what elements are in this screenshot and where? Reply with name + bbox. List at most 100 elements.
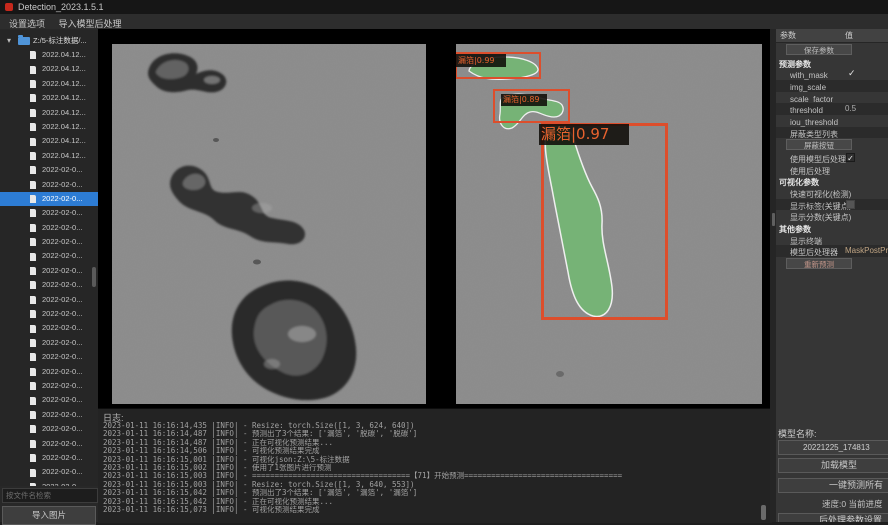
param-label: 显示终端 (790, 237, 822, 246)
tree-item[interactable]: 2022-02-0... (0, 379, 98, 393)
file-icon (30, 454, 36, 462)
tree-item[interactable]: 2022.04.12... (0, 48, 98, 62)
predict-all-button[interactable]: 一键预测所有 (778, 478, 888, 493)
file-icon (30, 281, 36, 289)
file-icon (30, 66, 36, 74)
tree-item[interactable]: 2022.04.12... (0, 62, 98, 76)
param-row[interactable]: 显示终端 (776, 234, 888, 246)
tree-item[interactable]: 2022-02-0... (0, 293, 98, 307)
original-image-panel[interactable] (112, 44, 426, 404)
params-panel: 参数 值 保存参数预测参数with_mask✓img_scalescale_fa… (776, 29, 888, 522)
tree-root-node[interactable]: ▾ Z:/5-标注数据/... (0, 30, 98, 48)
params-rows: 保存参数预测参数with_mask✓img_scalescale_factort… (776, 43, 888, 271)
file-icon (30, 425, 36, 433)
tree-item[interactable]: 2022-02-0... (0, 393, 98, 407)
param-section-label: 可视化参数 (779, 178, 819, 187)
param-row[interactable]: 显示分数(关键点) (776, 210, 888, 222)
tree-item[interactable]: 2022-02-0... (0, 192, 98, 206)
tree-item[interactable]: 2022.04.12... (0, 91, 98, 105)
load-model-button[interactable]: 加载模型 (778, 458, 888, 473)
param-label: img_scale (790, 83, 826, 92)
tree-item-label: 2022-02-0... (42, 293, 82, 307)
file-icon (30, 166, 36, 174)
tree-item[interactable]: 2022-02-0... (0, 178, 98, 192)
param-row[interactable]: iou_threshold (776, 115, 888, 127)
import-images-button[interactable]: 导入图片 (2, 506, 96, 525)
tree-item[interactable]: 2022-02-0... (0, 422, 98, 436)
file-icon (30, 224, 36, 232)
file-icon (30, 397, 36, 405)
param-row[interactable]: 使用模型后处理✓ (776, 152, 888, 164)
tree-item-label: 2022-02-0... (42, 278, 82, 292)
file-icon (30, 152, 36, 160)
params-scrollbar[interactable] (772, 213, 775, 226)
param-action-button[interactable]: 屏蔽按钮 (786, 139, 852, 150)
param-row[interactable]: 使用后处理 (776, 164, 888, 176)
tree-item[interactable]: 2022.04.12... (0, 77, 98, 91)
original-image (112, 44, 426, 404)
tree-item-label: 2022-02-0... (42, 422, 82, 436)
file-tree: ▾ Z:/5-标注数据/... 2022.04.12...2022.04.12.… (0, 30, 98, 486)
file-icon (30, 238, 36, 246)
tree-item-label: 2022-02-0... (42, 178, 82, 192)
param-row[interactable]: 快速可视化(检测) (776, 187, 888, 199)
param-label: 显示标签(关键点) (790, 202, 851, 211)
tree-item[interactable]: 2022-02-0... (0, 235, 98, 249)
search-input[interactable] (2, 488, 98, 503)
param-row[interactable]: with_mask ✓ (776, 68, 888, 80)
tree-item[interactable]: 2022-02-0... (0, 249, 98, 263)
tree-item[interactable]: 2022.04.12... (0, 134, 98, 148)
file-icon (30, 339, 36, 347)
chevron-down-icon[interactable]: ▾ (7, 33, 11, 48)
tree-item[interactable]: 2022-02-0... (0, 307, 98, 321)
param-action-button[interactable]: 保存参数 (786, 44, 852, 55)
tree-item-label: 2022-02-0... (42, 365, 82, 379)
log-scrollbar[interactable] (761, 505, 766, 520)
file-icon (30, 51, 36, 59)
tree-item-label: 2022-02-0... (42, 437, 82, 451)
tree-item[interactable]: 2022-02-0... (0, 480, 98, 486)
tree-item[interactable]: 2022-02-0... (0, 451, 98, 465)
tree-item[interactable]: 2022-02-0... (0, 336, 98, 350)
tree-item[interactable]: 2022-02-0... (0, 321, 98, 335)
param-action-button[interactable]: 重新预测 (786, 258, 852, 269)
tree-item[interactable]: 2022-02-0... (0, 365, 98, 379)
postprocess-params-button[interactable]: 后处理参数设置 (778, 513, 888, 522)
file-icon (30, 469, 36, 477)
param-section: 可视化参数 (776, 175, 888, 187)
param-row[interactable]: 显示标签(关键点) (776, 199, 888, 211)
tree-item[interactable]: 2022-02-0... (0, 221, 98, 235)
tree-item[interactable]: 2022-02-0... (0, 264, 98, 278)
window-title: Detection_2023.1.5.1 (18, 0, 104, 14)
tree-item[interactable]: 2022-02-0... (0, 465, 98, 479)
model-name-field[interactable]: 20221225_174813 (778, 440, 888, 455)
param-row[interactable]: scale_factor (776, 92, 888, 104)
file-icon (30, 368, 36, 376)
param-label: 使用后处理 (790, 167, 830, 176)
param-row[interactable]: img_scale (776, 80, 888, 92)
checkbox[interactable]: ✓ (846, 153, 855, 162)
tree-item[interactable]: 2022-02-0... (0, 278, 98, 292)
param-row[interactable]: 屏蔽类型列表 (776, 127, 888, 139)
param-value: MaskPostPro (845, 245, 888, 257)
prediction-image-panel[interactable]: 漏箔|0.99漏箔|0.89漏箔|0.97 (456, 44, 762, 404)
param-row[interactable]: threshold0.5 (776, 103, 888, 115)
tree-item[interactable]: 2022.04.12... (0, 120, 98, 134)
tree-scrollbar[interactable] (92, 267, 96, 287)
tree-item[interactable]: 2022-02-0... (0, 437, 98, 451)
tree-item[interactable]: 2022-02-0... (0, 163, 98, 177)
param-row[interactable]: 模型后处理器MaskPostPro (776, 245, 888, 257)
param-label: threshold (790, 106, 823, 115)
param-label: with_mask (790, 71, 828, 80)
file-icon (30, 296, 36, 304)
param-section-label: 其他参数 (779, 225, 811, 234)
tree-item[interactable]: 2022.04.12... (0, 149, 98, 163)
checkbox[interactable] (846, 200, 855, 209)
check-icon: ✓ (848, 68, 856, 80)
tree-item[interactable]: 2022.04.12... (0, 106, 98, 120)
file-icon (30, 209, 36, 217)
tree-item[interactable]: 2022-02-0... (0, 408, 98, 422)
tree-item-label: 2022-02-0... (42, 379, 82, 393)
tree-item[interactable]: 2022-02-0... (0, 206, 98, 220)
tree-item[interactable]: 2022-02-0... (0, 350, 98, 364)
